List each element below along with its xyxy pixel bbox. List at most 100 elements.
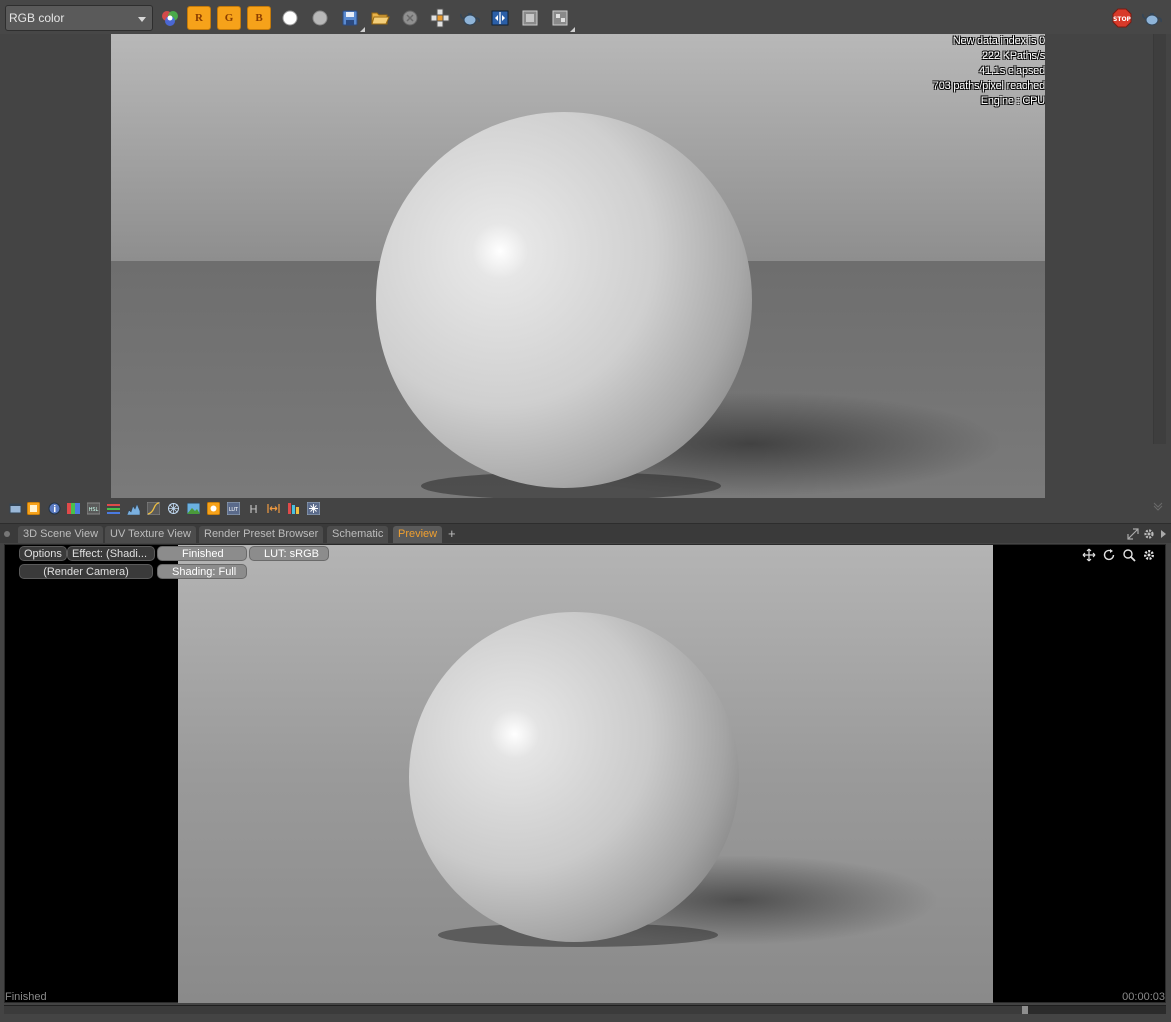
render-view-icon-strip: HSL LUT H [5, 500, 345, 518]
search-icon [1123, 549, 1136, 562]
svg-text:STOP: STOP [1113, 16, 1132, 23]
render-viewer[interactable]: New data index is 0 222 KPaths/s 41.1s e… [0, 34, 1171, 511]
grey-point-button[interactable] [308, 6, 332, 30]
preview-effect-button[interactable]: Effect: (Shadi... [67, 546, 155, 561]
add-tab-button[interactable]: + [448, 526, 456, 541]
region-grid-icon [430, 8, 450, 28]
render-stat-line: Engine : CPU [980, 95, 1045, 107]
levels-icon[interactable] [107, 502, 120, 515]
render-toolbar: RGB color R G B STOP [0, 0, 1171, 34]
clear-button[interactable] [398, 6, 422, 30]
region-render-button[interactable] [428, 6, 452, 30]
white-point-button[interactable] [278, 6, 302, 30]
elapsed-time: 00:00:03 [1122, 991, 1165, 1003]
compare-split-icon [491, 10, 509, 26]
preview-settings-button[interactable] [1141, 547, 1157, 563]
hsl-icon[interactable]: HSL [87, 502, 100, 515]
render-progress-fill [4, 1006, 1022, 1014]
grey-circle-icon [312, 10, 328, 26]
lens-effects-icon[interactable] [167, 502, 180, 515]
render-stat-line: 41.1s elapsed [979, 65, 1045, 77]
open-image-button[interactable] [368, 6, 392, 30]
chevron-down-icon [138, 17, 146, 22]
teapot-render-button[interactable] [458, 6, 482, 30]
stop-render-button[interactable]: STOP [1110, 6, 1134, 30]
blue-channel-button[interactable]: B [247, 6, 271, 30]
save-image-button[interactable] [338, 6, 365, 32]
preview-options-button[interactable]: Options [19, 546, 67, 561]
maximize-icon[interactable] [1126, 527, 1140, 541]
teapot-icon [460, 13, 480, 26]
tab-schematic[interactable]: Schematic [327, 526, 389, 543]
color-gradient-icon[interactable] [67, 502, 80, 515]
status-text: Finished [5, 991, 47, 1003]
preview-camera-button[interactable]: (Render Camera) [19, 564, 153, 579]
preview-shading-button[interactable]: Shading: Full [157, 564, 247, 579]
color-bars-icon[interactable] [287, 502, 300, 515]
render-stat-line: New data index is 0 [952, 35, 1045, 47]
film-frame-icon[interactable] [27, 502, 40, 515]
scroll-down-icon[interactable] [1152, 500, 1164, 512]
white-circle-icon [282, 10, 298, 26]
save-disk-icon [342, 10, 358, 26]
stop-sign-icon: STOP [1112, 8, 1132, 28]
vertical-scrollbar[interactable] [1153, 34, 1166, 444]
color-channels-icon [162, 11, 178, 26]
preview-sphere-image [178, 545, 993, 1003]
tab-3d-scene-view[interactable]: 3D Scene View [18, 526, 104, 543]
dropdown-corner-icon [360, 27, 365, 32]
blue-channel-label: B [255, 12, 263, 24]
svg-text:LUT: LUT [229, 507, 239, 513]
chevron-right-icon[interactable] [1158, 529, 1168, 539]
render-stat-line: 222 KPaths/s [981, 50, 1045, 62]
window-icon[interactable] [9, 502, 22, 515]
green-channel-label: G [224, 12, 234, 24]
info-icon[interactable] [48, 502, 61, 515]
green-channel-button[interactable]: G [217, 6, 241, 30]
tab-menu-dot-icon[interactable] [4, 531, 10, 537]
landscape-image-icon[interactable] [187, 502, 200, 515]
preview-image [178, 545, 993, 1003]
histogram-icon[interactable] [127, 502, 140, 515]
render-stats-overlay: New data index is 0 222 KPaths/s 41.1s e… [933, 34, 1045, 109]
render-stat-line: 703 paths/pixel reached [932, 80, 1045, 92]
red-channel-label: R [195, 12, 203, 24]
snowflake-icon[interactable] [307, 502, 320, 515]
tab-render-preset-browser[interactable]: Render Preset Browser [199, 526, 324, 543]
zoom-button[interactable] [1121, 547, 1137, 563]
image-frame-icon [522, 10, 538, 26]
render-teapot-button[interactable] [1140, 6, 1164, 30]
h-letter-icon[interactable]: H [247, 502, 260, 515]
tab-uv-texture-view[interactable]: UV Texture View [105, 526, 196, 543]
fit-width-icon[interactable] [267, 502, 280, 515]
compare-button[interactable] [488, 6, 512, 30]
curves-icon[interactable] [147, 502, 160, 515]
preview-lut-button[interactable]: LUT: sRGB [249, 546, 329, 561]
lut-icon[interactable]: LUT [227, 502, 240, 515]
refresh-icon [1103, 549, 1115, 561]
render-sphere-image [111, 34, 1045, 498]
pan-tool-button[interactable] [1081, 547, 1097, 563]
svg-text:HSL: HSL [89, 507, 99, 513]
svg-text:H: H [249, 503, 257, 515]
render-progress-handle [1022, 1006, 1028, 1014]
clear-circle-icon [402, 10, 418, 26]
channel-dropdown-value: RGB color [9, 11, 65, 25]
bloom-icon[interactable] [207, 502, 220, 515]
refresh-button[interactable] [1101, 547, 1117, 563]
render-image: New data index is 0 222 KPaths/s 41.1s e… [111, 34, 1045, 498]
teapot-icon [1142, 13, 1162, 26]
app-window: RGB color R G B STOP New data index is 0… [0, 0, 1171, 1022]
color-channels-button[interactable] [158, 6, 182, 30]
render-progress-bar [4, 1005, 1166, 1014]
preview-viewport[interactable]: Options Effect: (Shadi... Finished LUT: … [4, 544, 1166, 1003]
layers-frame-icon [552, 10, 568, 26]
channel-dropdown[interactable]: RGB color [5, 5, 153, 31]
tab-preview[interactable]: Preview [393, 526, 443, 543]
move-arrows-icon [1082, 548, 1096, 562]
layers-button[interactable] [548, 6, 575, 32]
gear-icon[interactable] [1142, 527, 1156, 541]
red-channel-button[interactable]: R [187, 6, 211, 30]
folder-open-icon [371, 12, 390, 25]
history-button[interactable] [518, 6, 542, 30]
